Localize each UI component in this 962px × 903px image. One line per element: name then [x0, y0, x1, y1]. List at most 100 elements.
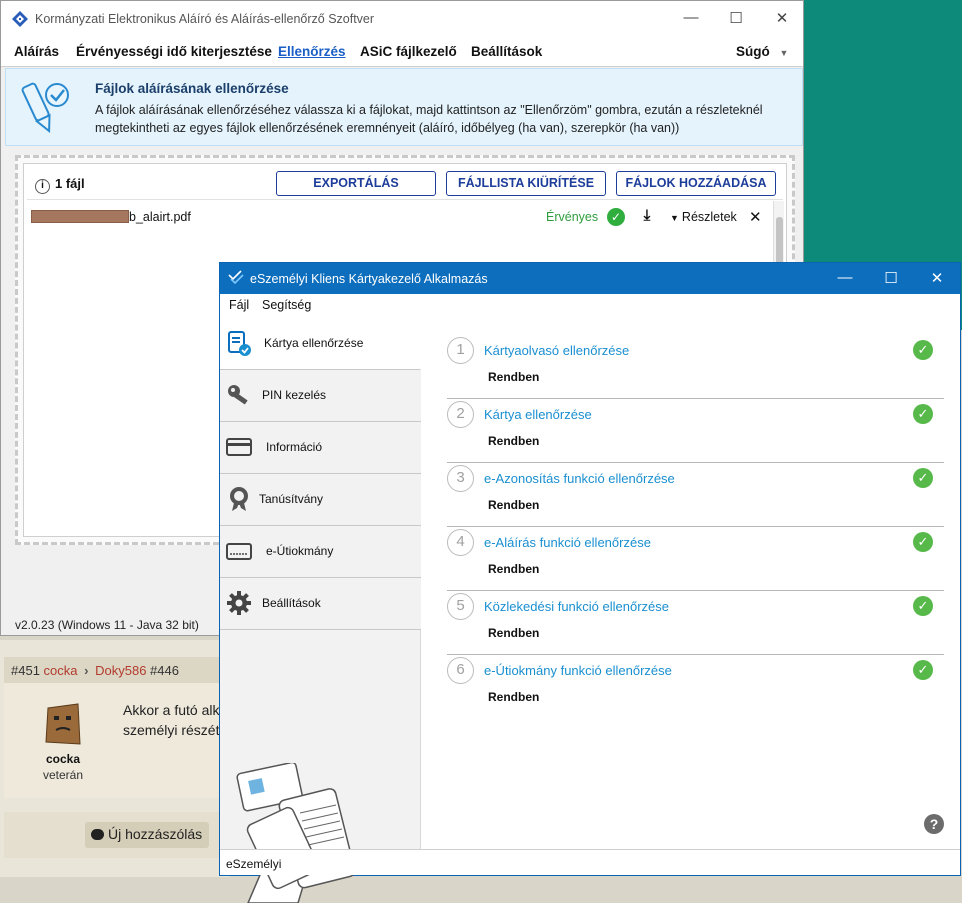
step-number: 4 — [447, 529, 474, 556]
reply-arrow-icon: › — [84, 663, 89, 678]
check-status: Rendben — [488, 626, 540, 640]
scrollbar[interactable] — [773, 201, 784, 267]
redacted-filename — [31, 210, 129, 223]
app-logo-icon — [228, 270, 244, 284]
avatar[interactable] — [44, 702, 82, 746]
menu-file[interactable]: Fájl — [229, 298, 249, 312]
key-icon — [228, 385, 248, 405]
post-line: személyi részét — [123, 722, 220, 738]
check-title[interactable]: Kártyaolvasó ellenőrzése — [484, 343, 629, 358]
menu-signing[interactable]: Aláírás — [14, 44, 59, 59]
post-author-link[interactable]: cocka — [44, 663, 78, 678]
poster-name[interactable]: cocka — [30, 752, 96, 766]
id-card-illustration — [236, 763, 356, 903]
title-bar[interactable]: eSzemélyi Kliens Kártyakezelő Alkalmazás… — [220, 263, 960, 294]
chevron-down-icon: ▼ — [779, 48, 789, 58]
details-toggle[interactable]: ▼ Részletek — [670, 210, 737, 224]
gear-icon — [227, 591, 251, 615]
info-text: A fájlok aláírásának ellenőrzéséhez vála… — [95, 103, 763, 135]
window-title: Kormányzati Elektronikus Aláíró és Aláír… — [35, 12, 375, 26]
check-status: Rendben — [488, 434, 540, 448]
pen-check-icon — [21, 82, 69, 134]
check-title[interactable]: e-Aláírás funkció ellenőrzése — [484, 535, 651, 550]
remove-file-icon[interactable]: ✕ — [749, 208, 762, 226]
eszemelyi-window: eSzemélyi Kliens Kártyakezelő Alkalmazás… — [219, 262, 961, 903]
sidebar-item-label: Beállítások — [262, 596, 321, 610]
sidebar-item-info[interactable]: Információ — [220, 422, 421, 474]
maximize-icon[interactable]: ☐ — [880, 269, 902, 287]
sidebar: Kártya ellenőrzése PIN kezelés Informáci… — [220, 318, 421, 903]
divider — [27, 199, 783, 200]
sidebar-item-settings[interactable]: Beállítások — [220, 578, 421, 630]
help-icon[interactable]: ? — [924, 814, 944, 834]
help-menu-label: Súgó — [736, 44, 770, 59]
file-count: i 1 fájl — [35, 176, 85, 194]
close-icon[interactable]: ✕ — [771, 9, 793, 27]
file-count-label: 1 fájl — [55, 176, 85, 191]
status-bar: eSzemélyi — [220, 849, 960, 875]
sidebar-item-certificate[interactable]: Tanúsítvány — [220, 474, 421, 526]
download-icon[interactable]: ⤓ — [639, 207, 655, 225]
check-status: Rendben — [488, 690, 540, 704]
check-title[interactable]: e-Azonosítás funkció ellenőrzése — [484, 471, 675, 486]
menu-bar: Aláírás Érvényességi idő kiterjesztése E… — [1, 37, 803, 67]
clear-list-button[interactable]: FÁJLLISTA KIÜRÍTÉSE — [446, 171, 606, 196]
menu-settings[interactable]: Beállítások — [471, 44, 542, 59]
status-text: eSzemélyi — [226, 857, 282, 871]
menu-asic[interactable]: ASiC fájlkezelő — [360, 44, 457, 59]
menu-extend-validity[interactable]: Érvényességi idő kiterjesztése — [76, 44, 272, 59]
check-title[interactable]: e-Útiokmány funkció ellenőrzése — [484, 663, 672, 678]
new-post-button[interactable]: Új hozzászólás — [85, 822, 209, 848]
details-label: Részletek — [681, 210, 737, 224]
sidebar-item-label: PIN kezelés — [262, 388, 327, 402]
minimize-icon[interactable]: — — [834, 269, 856, 286]
check-item: 2 Kártya ellenőrzése Rendben ✓ — [447, 399, 944, 463]
check-icon: ✓ — [913, 468, 933, 488]
check-item: 4 e-Aláírás funkció ellenőrzése Rendben … — [447, 527, 944, 591]
sidebar-item-label: e-Útiokmány — [266, 544, 334, 558]
check-status: Rendben — [488, 498, 540, 512]
info-title: Fájlok aláírásának ellenőrzése — [95, 81, 289, 96]
sidebar-item-label: Kártya ellenőrzése — [264, 336, 364, 350]
card-icon — [226, 438, 252, 456]
passport-card-icon — [226, 543, 252, 560]
check-status: Rendben — [488, 370, 540, 384]
scrollbar-thumb[interactable] — [776, 217, 783, 265]
sidebar-item-pin[interactable]: PIN kezelés — [220, 370, 421, 422]
reply-to-link[interactable]: Doky586 — [95, 663, 146, 678]
reply-number[interactable]: #446 — [150, 663, 179, 678]
check-item: 1 Kártyaolvasó ellenőrzése Rendben ✓ — [447, 335, 944, 399]
minimize-icon[interactable]: — — [680, 9, 702, 26]
post-line: Akkor a futó alk — [123, 702, 220, 718]
menu-help[interactable]: Segítség — [262, 298, 311, 312]
chevron-down-icon: ▼ — [670, 213, 679, 223]
step-number: 3 — [447, 465, 474, 492]
file-name[interactable]: b_alairt.pdf — [129, 210, 191, 224]
speech-bubble-icon — [91, 829, 104, 840]
sidebar-item-card-check[interactable]: Kártya ellenőrzése — [220, 318, 421, 370]
check-icon: ✓ — [607, 208, 625, 226]
post-text: Akkor a futó alk személyi részét — [123, 700, 223, 740]
check-icon: ✓ — [913, 404, 933, 424]
check-title[interactable]: Közlekedési funkció ellenőrzése — [484, 599, 669, 614]
menu-verification[interactable]: Ellenőrzés — [278, 44, 346, 59]
sidebar-item-travel-doc[interactable]: e-Útiokmány — [220, 526, 421, 578]
info-icon: i — [35, 179, 50, 194]
menu-help[interactable]: Súgó ▼ — [736, 44, 788, 59]
step-number: 2 — [447, 401, 474, 428]
check-item: 5 Közlekedési funkció ellenőrzése Rendbe… — [447, 591, 944, 655]
sidebar-item-label: Tanúsítvány — [259, 492, 324, 506]
maximize-icon[interactable]: ☐ — [725, 9, 747, 27]
title-bar[interactable]: Kormányzati Elektronikus Aláíró és Aláír… — [1, 1, 803, 37]
poster-rank: veterán — [42, 768, 84, 782]
export-button[interactable]: EXPORTÁLÁS — [276, 171, 436, 196]
close-icon[interactable]: ✕ — [926, 269, 948, 287]
post-header: #451 cocka › Doky586 #446 — [4, 657, 220, 683]
clipboard-check-icon — [228, 331, 251, 356]
step-number: 6 — [447, 657, 474, 684]
check-title[interactable]: Kártya ellenőrzése — [484, 407, 592, 422]
badge-icon — [230, 487, 248, 511]
check-icon: ✓ — [913, 532, 933, 552]
check-icon: ✓ — [913, 340, 933, 360]
add-files-button[interactable]: FÁJLOK HOZZÁADÁSA — [616, 171, 776, 196]
